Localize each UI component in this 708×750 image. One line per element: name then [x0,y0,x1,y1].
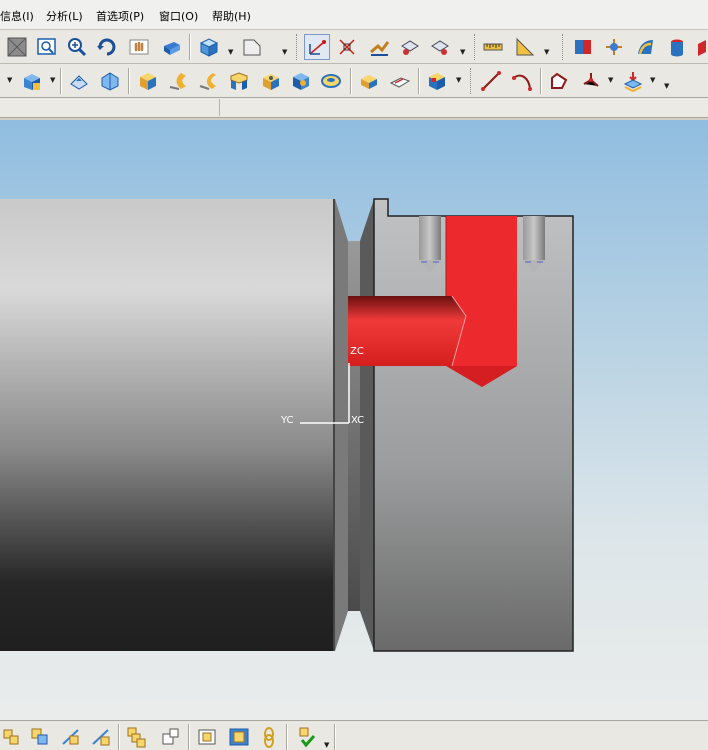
graphics-window[interactable]: ZC YC XC [0,120,708,720]
cone-icon[interactable] [195,68,221,94]
display-icon[interactable] [396,34,422,60]
groove-left-chamfer [335,199,348,651]
chevron-down-icon[interactable]: ▼ [7,76,12,84]
trim-icon[interactable] [424,68,450,94]
chevron-down-icon[interactable]: ▼ [664,82,669,90]
chevron-down-icon[interactable]: ▼ [50,76,55,84]
pad-icon[interactable] [97,68,123,94]
spline-icon[interactable] [546,68,572,94]
menu-info[interactable]: 信息(I) [0,8,34,24]
extrude-icon[interactable] [18,68,44,94]
explode-icon[interactable] [124,724,150,750]
chevron-down-icon[interactable]: ▼ [456,76,461,84]
cylinder-icon[interactable] [165,68,191,94]
chevron-down-icon[interactable]: ▼ [460,48,465,56]
blend-icon[interactable] [288,68,314,94]
sketch-plane-icon[interactable] [239,34,265,60]
fit-icon[interactable] [158,34,184,60]
chevron-down-icon[interactable]: ▼ [608,76,613,84]
hole-icon[interactable] [258,68,284,94]
zoom-icon[interactable] [64,34,90,60]
view-toolbar: ▼ ▼ ▼ ▼ [0,30,708,64]
pan-icon[interactable] [126,34,152,60]
feature-toolbar: ▼ ▼ ▼ ▼ ▼ ▼ [0,64,708,98]
line-icon[interactable] [478,68,504,94]
measure-distance-icon[interactable] [480,34,506,60]
chevron-down-icon[interactable]: ▼ [228,48,233,56]
triad-yc-label: YC [281,415,294,426]
component-icon[interactable] [28,724,54,750]
block-icon[interactable] [134,68,160,94]
chevron-down-icon[interactable]: ▼ [282,48,287,56]
draft-icon[interactable] [387,68,413,94]
menu-window[interactable]: 窗口(O) [159,8,198,24]
constraint-icon[interactable] [58,724,84,750]
shell-icon[interactable] [356,68,382,94]
surface-icon[interactable] [664,34,690,60]
transform-icon[interactable] [366,34,392,60]
chevron-down-icon[interactable]: ▼ [650,76,655,84]
chevron-down-icon[interactable]: ▼ [544,48,549,56]
check-icon[interactable] [294,724,320,750]
arc-icon[interactable] [509,68,535,94]
clone-icon[interactable] [194,724,220,750]
zoom-window-icon[interactable] [34,34,60,60]
chevron-down-icon[interactable]: ▼ [324,741,329,749]
assembly-icon[interactable] [0,724,26,750]
prompt-bar [0,98,708,118]
menu-help[interactable]: 帮助(H) [212,8,251,24]
reposition-icon[interactable] [88,724,114,750]
link-icon[interactable] [256,724,282,750]
point-constructor-icon[interactable] [304,34,330,60]
triad-zc-label: ZC [350,346,364,357]
section-icon[interactable] [694,34,708,60]
curve-icon[interactable] [632,34,658,60]
sphere-icon[interactable] [226,68,252,94]
menu-preferences[interactable]: 首选项(P) [96,8,144,24]
triad-xc-label: XC [351,415,365,426]
offset-icon[interactable] [620,68,646,94]
measure-angle-icon[interactable] [512,34,538,60]
clamp-bolt-left [419,216,441,260]
analysis-icon[interactable] [570,34,596,60]
point-icon[interactable] [578,68,604,94]
boss-icon[interactable] [66,68,92,94]
status-cell [220,99,708,116]
clamp-bolt-right [523,216,545,260]
coordinate-icon[interactable] [601,34,627,60]
chamfer-icon[interactable] [318,68,344,94]
sequence-icon[interactable] [158,724,184,750]
point-set-icon[interactable] [334,34,360,60]
prompt-cell [0,99,220,116]
menu-bar: 信息(I) 分析(L) 首选项(P) 窗口(O) 帮助(H) [0,0,708,30]
wireframe-icon[interactable] [4,34,30,60]
cutting-tool-shank [348,296,466,366]
assembly-toolbar: ▼ [0,720,708,750]
menu-analysis[interactable]: 分析(L) [46,8,83,24]
hide-icon[interactable] [426,34,452,60]
rotate-icon[interactable] [94,34,120,60]
shaded-cube-icon[interactable] [196,34,222,60]
wave-icon[interactable] [226,724,252,750]
